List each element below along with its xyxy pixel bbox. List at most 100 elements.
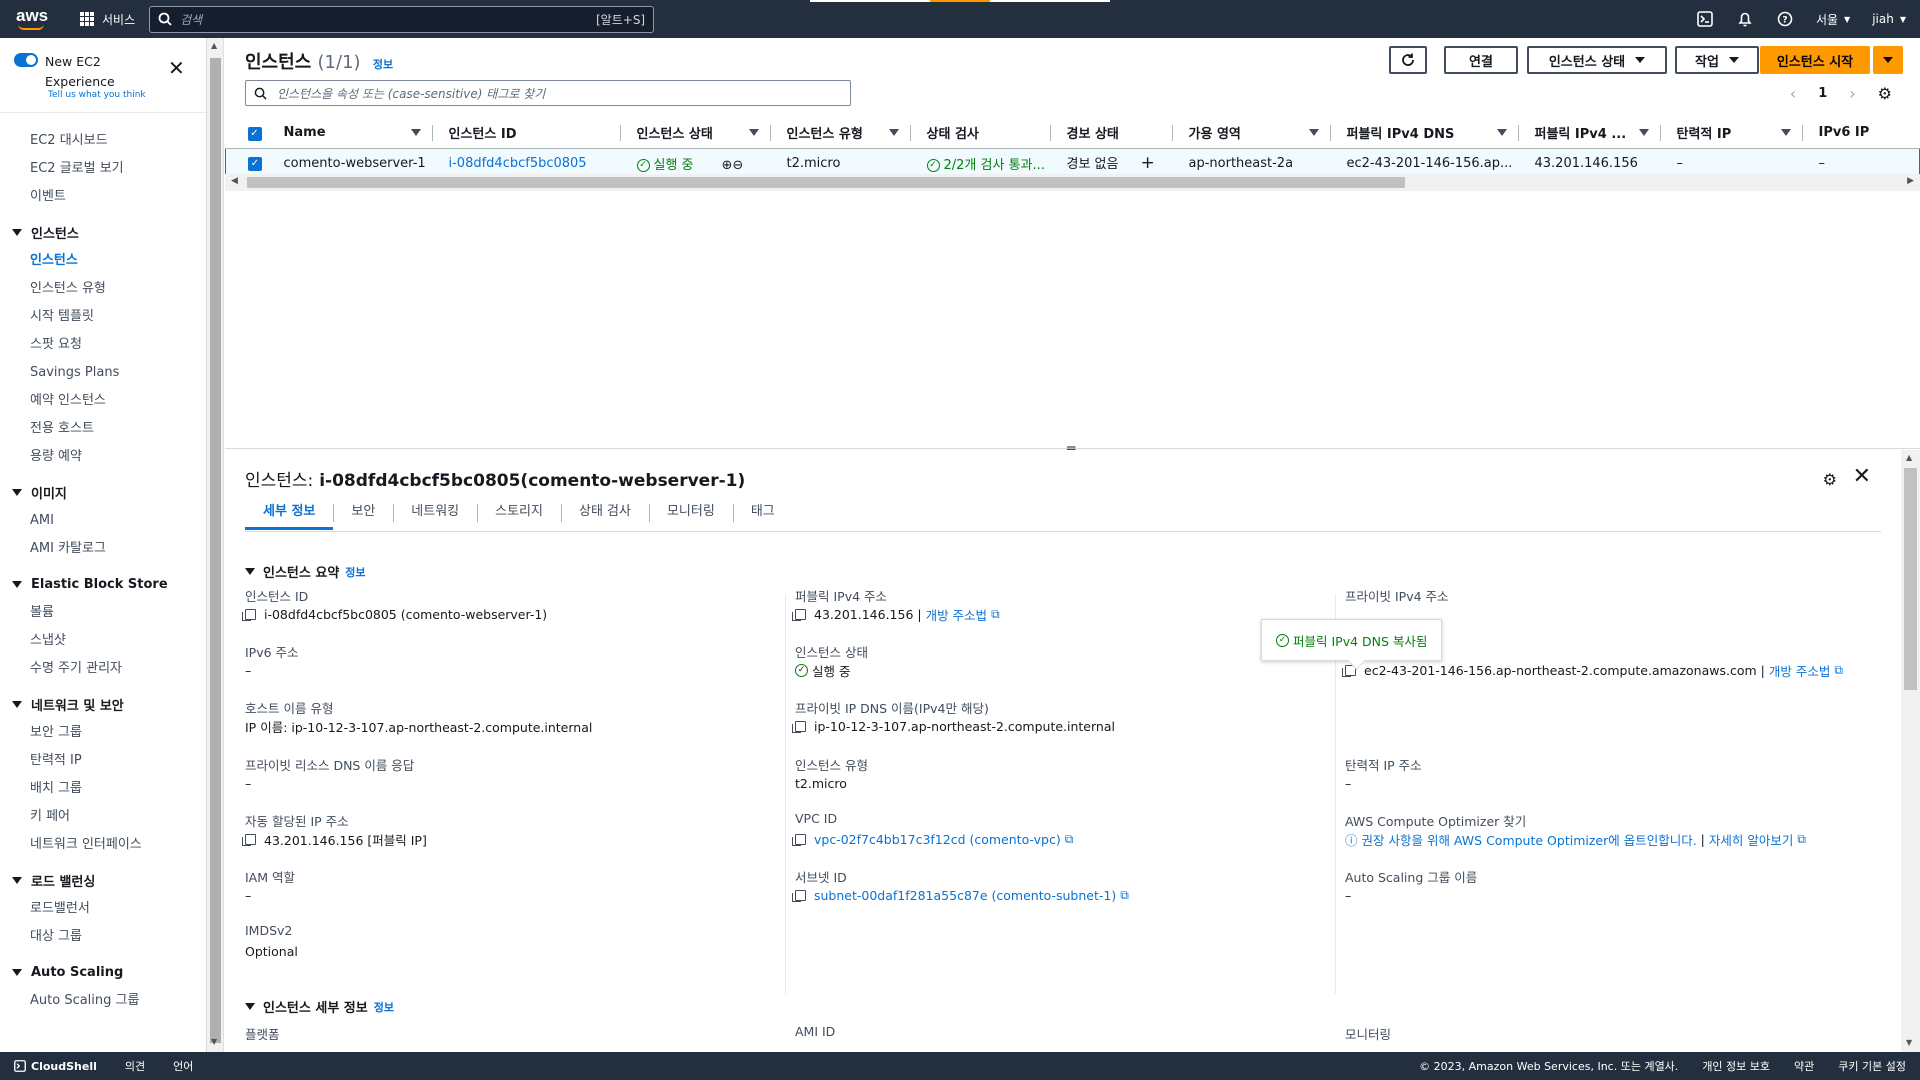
section-instance-details[interactable]: 인스턴스 세부 정보 정보 [245,997,394,1016]
panel-splitter[interactable]: ═ [225,441,1920,457]
chevron-right-icon[interactable]: › [1849,84,1855,103]
sidebar-item-ami-catalog[interactable]: AMI 카탈로그 [0,535,206,563]
cloudshell-button[interactable]: CloudShell [14,1060,97,1073]
zoom-out-icon[interactable]: ⊖ [732,158,743,173]
scroll-right-icon[interactable]: ▶ [1907,176,1914,186]
sidebar-item-lifecycle-manager[interactable]: 수명 주기 관리자 [0,655,206,683]
sidebar-group-instances[interactable]: 인스턴스 [0,217,206,247]
scrollbar-thumb[interactable] [1904,468,1917,690]
actions-button[interactable]: 작업 [1675,46,1759,74]
chevron-left-icon[interactable]: ‹ [1790,84,1796,103]
sidebar-item-ec2-global-view[interactable]: EC2 글로벌 보기 [0,155,206,183]
sidebar-scrollbar[interactable]: ▲ ▼ [207,38,224,1052]
sidebar-item-auto-scaling-groups[interactable]: Auto Scaling 그룹 [0,987,206,1015]
col-instance-type[interactable]: 인스턴스 유형 [770,118,911,149]
scrollbar-thumb[interactable] [210,58,221,1043]
sidebar-item-savings-plans[interactable]: Savings Plans [0,359,206,387]
info-link[interactable]: 정보 [345,564,365,580]
sidebar-item-snapshots[interactable]: 스냅샷 [0,627,206,655]
tab-status-checks[interactable]: 상태 검사 [560,500,649,530]
sidebar-item-ami[interactable]: AMI [0,507,206,535]
info-link[interactable]: 정보 [373,58,393,71]
sidebar-item-reserved-instances[interactable]: 예약 인스턴스 [0,387,206,415]
scrollbar-thumb[interactable] [247,177,1405,188]
instance-filter-input[interactable]: 인스턴스을 속성 또는 (case-sensitive) 태그로 찾기 [245,80,851,106]
col-alarm-status[interactable]: 경보 상태 [1050,118,1173,149]
tab-storage[interactable]: 스토리지 [477,500,561,530]
tab-networking[interactable]: 네트워킹 [393,500,477,530]
copy-icon[interactable] [792,720,806,733]
col-status-check[interactable]: 상태 검사 [910,118,1051,149]
refresh-button[interactable] [1389,46,1427,74]
col-elastic-ip[interactable]: 탄력적 IP [1660,118,1803,149]
settings-gear-icon[interactable]: ⚙ [1878,84,1892,103]
launch-instances-button[interactable]: 인스턴스 시작 [1760,46,1870,74]
instance-state-button[interactable]: 인스턴스 상태 [1527,46,1667,74]
copy-icon[interactable] [242,833,256,846]
sidebar-item-target-groups[interactable]: 대상 그룹 [0,923,206,951]
col-ipv6[interactable]: IPv6 IP [1802,118,1920,149]
tab-details[interactable]: 세부 정보 [245,500,334,530]
details-scrollbar[interactable]: ▲ ▼ [1901,450,1920,1052]
tab-tags[interactable]: 태그 [732,500,793,530]
sidebar-item-elastic-ips[interactable]: 탄력적 IP [0,747,206,775]
cloudshell-icon[interactable] [1696,10,1714,28]
col-availability-zone[interactable]: 가용 영역 [1172,118,1331,149]
table-horizontal-scrollbar[interactable]: ◀ ▶ [225,174,1920,191]
cookie-preferences-link[interactable]: 쿠키 기본 설정 [1838,1058,1906,1074]
privacy-link[interactable]: 개인 정보 보호 [1702,1058,1770,1074]
info-link[interactable]: 정보 [374,999,394,1015]
sidebar-item-security-groups[interactable]: 보안 그룹 [0,719,206,747]
sidebar-item-instance-types[interactable]: 인스턴스 유형 [0,275,206,303]
vpc-link[interactable]: vpc-02f7c4bb17c3f12cd (comento-vpc) [814,832,1061,847]
sidebar-item-events[interactable]: 이벤트 [0,183,206,211]
sidebar-item-key-pairs[interactable]: 키 페어 [0,803,206,831]
col-instance-id[interactable]: 인스턴스 ID [432,118,621,149]
select-all-checkbox[interactable]: ✓ [225,118,268,149]
sidebar-item-instances[interactable]: 인스턴스 [0,247,206,275]
add-alarm-icon[interactable]: + [1140,153,1154,173]
sidebar-item-network-interfaces[interactable]: 네트워크 인터페이스 [0,831,206,859]
col-instance-state[interactable]: 인스턴스 상태 [620,118,771,149]
scroll-left-icon[interactable]: ◀ [231,176,238,186]
sidebar-item-placement-groups[interactable]: 배치 그룹 [0,775,206,803]
copy-icon[interactable] [792,833,806,846]
sidebar-item-ec2-dashboard[interactable]: EC2 대시보드 [0,127,206,155]
tab-monitoring[interactable]: 모니터링 [648,500,733,530]
scroll-down-icon[interactable]: ▼ [1906,1038,1912,1047]
scroll-up-icon[interactable]: ▲ [211,41,217,50]
region-selector[interactable]: 서울 ▼ [1816,11,1850,28]
sidebar-group-load-balancing[interactable]: 로드 밸런싱 [0,865,206,895]
terms-link[interactable]: 약관 [1794,1058,1814,1074]
feedback-link[interactable]: 의견 [125,1058,145,1074]
col-name[interactable]: Name [267,118,433,149]
close-icon[interactable]: ✕ [168,56,185,80]
bell-icon[interactable] [1736,10,1754,28]
page-number[interactable]: 1 [1818,86,1827,101]
help-icon[interactable]: ? [1776,10,1794,28]
sidebar-item-launch-templates[interactable]: 시작 템플릿 [0,303,206,331]
open-address-link[interactable]: 개방 주소법 [926,605,987,624]
new-experience-toggle[interactable] [14,53,38,67]
close-icon[interactable]: ✕ [1853,464,1871,489]
copy-icon[interactable] [242,608,256,621]
sidebar-group-ebs[interactable]: Elastic Block Store [0,569,206,599]
global-search-input[interactable]: 검색 [알트+S] [149,5,655,33]
sidebar-item-load-balancers[interactable]: 로드밸런서 [0,895,206,923]
compute-optimizer-optin-link[interactable]: 권장 사항을 위해 AWS Compute Optimizer에 옵트인합니다. [1362,830,1697,849]
sidebar-group-auto-scaling[interactable]: Auto Scaling [0,957,206,987]
copy-icon[interactable] [792,608,806,621]
language-link[interactable]: 언어 [173,1058,193,1074]
learn-more-link[interactable]: 자세히 알아보기 [1709,830,1793,849]
col-public-dns[interactable]: 퍼블릭 IPv4 DNS [1330,118,1519,149]
settings-gear-icon[interactable]: ⚙ [1823,470,1837,489]
sidebar-group-network-security[interactable]: 네트워크 및 보안 [0,689,206,719]
scroll-up-icon[interactable]: ▲ [1906,453,1912,462]
sidebar-item-volumes[interactable]: 볼륨 [0,599,206,627]
col-public-ip[interactable]: 퍼블릭 IPv4 ... [1518,118,1661,149]
scroll-down-icon[interactable]: ▼ [211,1037,217,1046]
sidebar-group-images[interactable]: 이미지 [0,477,206,507]
launch-instances-dropdown[interactable] [1873,46,1903,74]
zoom-in-icon[interactable]: ⊕ [722,158,733,173]
sidebar-item-dedicated-hosts[interactable]: 전용 호스트 [0,415,206,443]
